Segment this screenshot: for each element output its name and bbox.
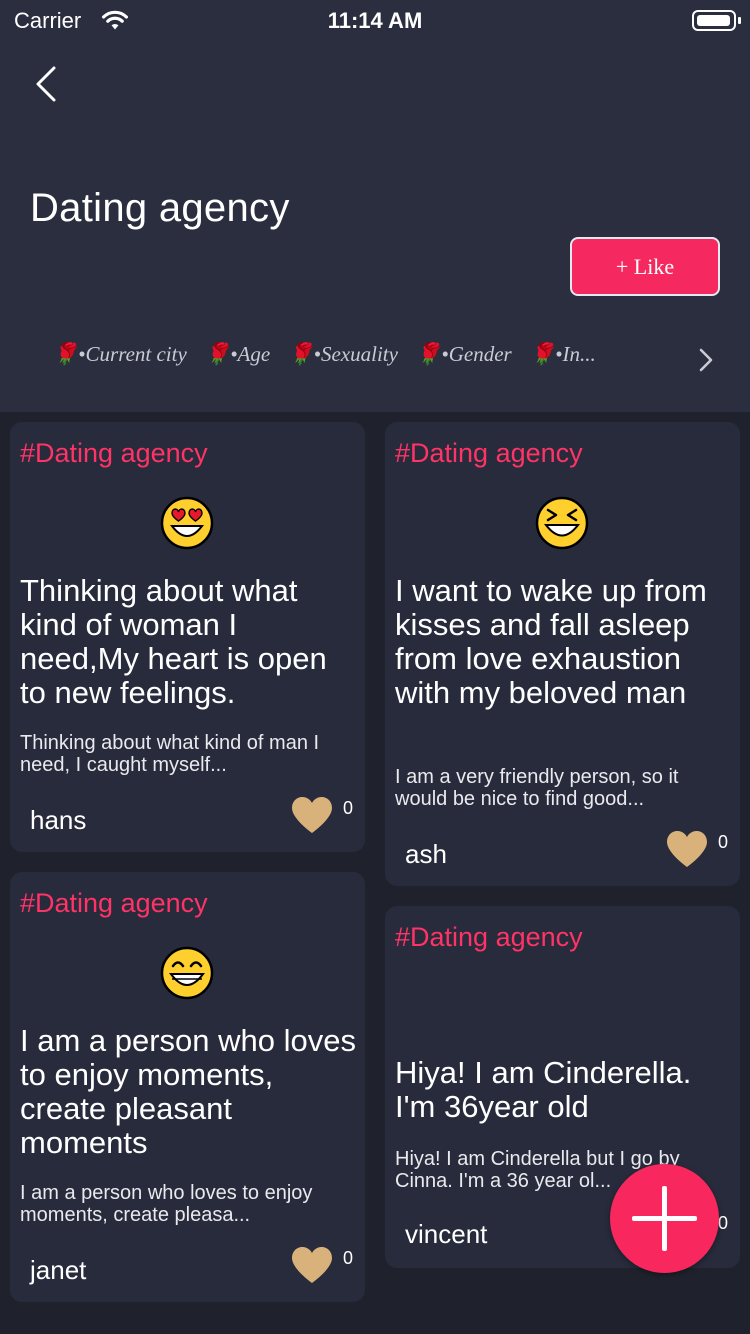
like-count: 0 bbox=[718, 1213, 729, 1233]
card-tag: #Dating agency bbox=[20, 438, 208, 468]
chevron-right-icon[interactable] bbox=[696, 346, 716, 374]
add-post-button[interactable] bbox=[610, 1164, 719, 1273]
card-username: hans bbox=[30, 805, 87, 835]
battery-icon bbox=[692, 10, 736, 31]
header: Carrier 11:14 AM Dating agency + Like 🌹•… bbox=[0, 0, 750, 412]
status-bar: Carrier 11:14 AM bbox=[0, 0, 750, 44]
card-username: ash bbox=[405, 839, 447, 869]
page-title: Dating agency bbox=[30, 186, 290, 230]
like-count: 0 bbox=[343, 798, 354, 818]
like-count: 0 bbox=[343, 1248, 354, 1268]
rose-icon: 🌹 bbox=[415, 342, 442, 366]
post-card[interactable]: #Dating agency I am a person who loves t… bbox=[10, 872, 365, 1302]
card-tag: #Dating agency bbox=[395, 922, 583, 952]
card-title: Hiya! I am Cinderella. I'm 36year old bbox=[395, 1055, 692, 1124]
card-tag: #Dating agency bbox=[20, 888, 208, 918]
post-card[interactable]: #Dating agency I want to wake up from ki… bbox=[385, 422, 740, 886]
like-button[interactable]: + Like bbox=[570, 237, 720, 296]
tag-current-city[interactable]: 🌹•Current city bbox=[52, 342, 187, 367]
card-snippet: Thinking about what kind of man I need, … bbox=[20, 732, 320, 776]
filter-tag-bar: 🌹•Current city 🌹•Age 🌹•Sexuality 🌹•Gende… bbox=[0, 340, 750, 380]
heart-icon[interactable] bbox=[290, 795, 334, 835]
heart-eyes-emoji-icon bbox=[160, 496, 214, 550]
tag-gender[interactable]: 🌹•Gender bbox=[415, 342, 512, 367]
card-username: janet bbox=[30, 1255, 87, 1285]
like-count: 0 bbox=[718, 832, 729, 852]
card-username: vincent bbox=[405, 1219, 488, 1249]
heart-icon[interactable] bbox=[290, 1245, 334, 1285]
chevron-left-icon[interactable] bbox=[26, 60, 70, 110]
rose-icon: 🌹 bbox=[528, 342, 556, 366]
card-title: I want to wake up from kisses and fall a… bbox=[395, 573, 707, 710]
tag-sexuality[interactable]: 🌹•Sexuality bbox=[287, 342, 397, 367]
post-card[interactable]: #Dating agency Thinking about what kind … bbox=[10, 422, 365, 852]
card-tag: #Dating agency bbox=[395, 438, 583, 468]
grinning-emoji-icon bbox=[160, 946, 214, 1000]
laughing-emoji-icon bbox=[535, 496, 589, 550]
card-title: I am a person who loves to enjoy moments… bbox=[20, 1023, 357, 1160]
tag-interests[interactable]: 🌹•In... bbox=[529, 342, 596, 367]
heart-icon[interactable] bbox=[665, 829, 709, 869]
battery-tip bbox=[738, 17, 741, 24]
status-time: 11:14 AM bbox=[327, 8, 423, 33]
rose-icon: 🌹 bbox=[52, 342, 79, 366]
rose-icon: 🌹 bbox=[287, 342, 314, 366]
card-snippet: I am a very friendly person, so it would… bbox=[395, 766, 679, 810]
filter-tag-row[interactable]: 🌹•Current city 🌹•Age 🌹•Sexuality 🌹•Gende… bbox=[52, 342, 692, 378]
card-snippet: I am a person who loves to enjoy moments… bbox=[20, 1182, 313, 1226]
tag-age[interactable]: 🌹•Age bbox=[204, 342, 270, 367]
rose-icon: 🌹 bbox=[204, 342, 231, 366]
card-title: Thinking about what kind of woman I need… bbox=[20, 573, 327, 710]
